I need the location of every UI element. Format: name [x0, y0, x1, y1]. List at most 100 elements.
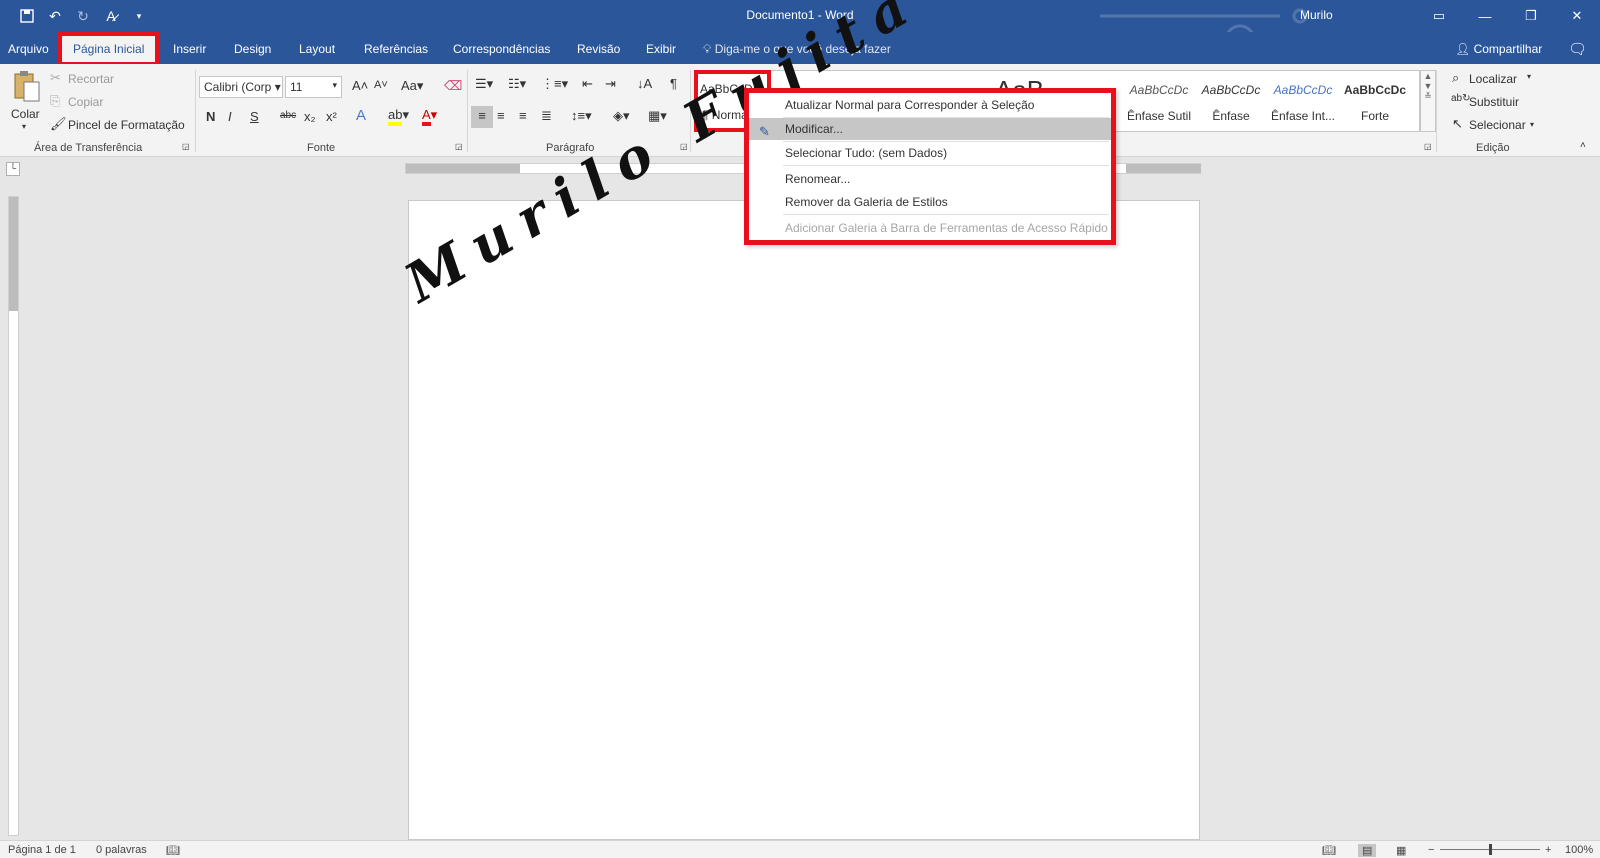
style-enfase-intensa[interactable]: AaBbCcDc Ênfase Int...	[1267, 71, 1339, 131]
superscript-icon[interactable]: x²	[326, 109, 337, 124]
highlight-color-icon[interactable]: ab▾	[388, 107, 409, 126]
document-page[interactable]	[408, 200, 1200, 840]
font-launcher-icon[interactable]: ◲	[455, 142, 463, 151]
align-right-icon[interactable]: ≡	[519, 108, 527, 123]
comments-icon[interactable]: 🗨︎	[1568, 40, 1587, 58]
styles-launcher-icon[interactable]: ◲	[1424, 142, 1432, 151]
copy-button[interactable]: Copiar	[68, 95, 103, 109]
tab-design[interactable]: Design	[234, 42, 271, 56]
style-forte[interactable]: AaBbCcDc Forte	[1339, 71, 1411, 131]
show-marks-icon[interactable]: ¶	[670, 76, 677, 91]
menu-item-update-normal[interactable]: Atualizar Normal para Corresponder à Sel…	[749, 94, 1111, 116]
style-preview: AaBbCcDc	[1129, 83, 1189, 97]
zoom-slider-thumb[interactable]	[1489, 844, 1492, 855]
window-controls: ▭ — ❐ ✕	[1416, 0, 1600, 32]
menu-item-rename[interactable]: Renomear...	[749, 168, 1111, 190]
tab-inserir[interactable]: Inserir	[173, 42, 206, 56]
paste-icon[interactable]	[12, 70, 42, 104]
gallery-scroll[interactable]: ▲ ▼ ≚	[1420, 70, 1436, 132]
text-effects-icon[interactable]: A	[356, 107, 366, 124]
subscript-icon[interactable]: x₂	[304, 109, 316, 124]
shrink-font-icon[interactable]: A˅	[374, 79, 388, 91]
align-left-icon[interactable]: ≡	[471, 106, 493, 128]
bullets-icon[interactable]: ☰▾	[475, 76, 493, 92]
bold-icon[interactable]: N	[206, 109, 215, 124]
collapse-ribbon-icon[interactable]: ˄	[1580, 140, 1586, 151]
shading-icon[interactable]: ◈▾	[613, 108, 630, 124]
vertical-ruler[interactable]	[8, 196, 19, 836]
change-case-icon[interactable]: Aa▾	[401, 78, 423, 94]
gallery-more-icon[interactable]: ≚	[1421, 91, 1435, 102]
tab-exibir[interactable]: Exibir	[646, 42, 676, 56]
underline-icon[interactable]: S	[250, 109, 259, 124]
tab-referencias[interactable]: Referências	[364, 42, 428, 56]
tab-arquivo[interactable]: Arquivo	[8, 42, 49, 56]
style-name: Ênfase	[1212, 109, 1250, 123]
gallery-up-icon[interactable]: ▲	[1421, 71, 1435, 81]
style-enfase-sutil[interactable]: AaBbCcDc Ênfase Sutil	[1123, 71, 1195, 131]
copy-icon[interactable]: ⎘	[50, 93, 60, 109]
font-size-combo[interactable]: 11 ▾	[285, 76, 342, 98]
paste-label[interactable]: Colar	[11, 107, 40, 121]
tab-pagina-inicial[interactable]: Página Inicial	[57, 32, 160, 66]
style-enfase[interactable]: AaBbCcDc Ênfase	[1195, 71, 1267, 131]
find-icon[interactable]: ⌕	[1452, 70, 1459, 86]
numbering-icon[interactable]: ☷▾	[508, 76, 526, 92]
window-title: Documento1 - Word	[746, 8, 854, 22]
menu-item-remove-from-gallery[interactable]: Remover da Galeria de Estilos	[749, 191, 1111, 213]
zoom-out-icon[interactable]: −	[1428, 844, 1434, 856]
tab-selector[interactable]: └	[6, 162, 20, 176]
italic-icon[interactable]: I	[228, 109, 232, 124]
replace-icon[interactable]: ab↻	[1451, 93, 1471, 104]
proofing-icon[interactable]: 📖︎	[166, 844, 180, 857]
select-dropdown-icon[interactable]: ▾	[1530, 120, 1534, 129]
format-painter-button[interactable]: Pincel de Formatação	[68, 118, 185, 132]
web-layout-icon[interactable]: ▦	[1396, 844, 1406, 857]
find-dropdown-icon[interactable]: ▾	[1527, 72, 1531, 81]
sort-icon[interactable]: ↓A	[637, 76, 652, 91]
tab-layout[interactable]: Layout	[299, 42, 335, 56]
clipboard-group-label: Área de Transferência	[34, 142, 143, 154]
gallery-down-icon[interactable]: ▼	[1421, 81, 1435, 91]
menu-divider	[783, 165, 1109, 166]
find-button[interactable]: Localizar	[1469, 72, 1517, 86]
print-layout-icon[interactable]: ▤	[1358, 844, 1377, 857]
paste-dropdown-icon[interactable]: ▾	[22, 122, 26, 131]
justify-icon[interactable]: ≣	[541, 108, 552, 124]
menu-item-select-all[interactable]: Selecionar Tudo: (sem Dados)	[749, 142, 1111, 164]
clear-formatting-icon[interactable]: ⌫	[444, 78, 462, 94]
multilevel-list-icon[interactable]: ⋮≡▾	[541, 76, 568, 92]
page-count[interactable]: Página 1 de 1	[8, 844, 76, 856]
font-color-icon[interactable]: A▾	[422, 107, 437, 126]
line-spacing-icon[interactable]: ↕≡▾	[571, 108, 592, 124]
tab-revisao[interactable]: Revisão	[577, 42, 620, 56]
decrease-indent-icon[interactable]: ⇤	[582, 76, 593, 92]
minimize-icon[interactable]: —	[1462, 0, 1508, 32]
font-name-combo[interactable]: Calibri (Corp ▾	[199, 76, 283, 98]
cut-button[interactable]: Recortar	[68, 72, 114, 86]
read-mode-icon[interactable]: 📖︎	[1322, 844, 1336, 857]
align-center-icon[interactable]: ≡	[497, 108, 505, 123]
select-icon[interactable]: ↖	[1452, 116, 1463, 132]
format-painter-icon[interactable]: 🖌︎	[50, 116, 67, 132]
strikethrough-icon[interactable]: abc	[280, 110, 296, 121]
ruler-margin-left	[406, 164, 520, 173]
zoom-slider[interactable]	[1440, 844, 1540, 855]
style-name: Forte	[1360, 109, 1389, 123]
tab-correspondencias[interactable]: Correspondências	[453, 42, 550, 56]
restore-icon[interactable]: ❐	[1508, 0, 1554, 32]
zoom-level[interactable]: 100%	[1565, 844, 1593, 856]
user-name[interactable]: Murilo	[1300, 8, 1333, 22]
menu-item-modify[interactable]: ✎ Modificar...	[749, 118, 1111, 140]
grow-font-icon[interactable]: A˄	[352, 78, 368, 93]
close-icon[interactable]: ✕	[1554, 0, 1600, 32]
select-button[interactable]: Selecionar	[1469, 118, 1526, 132]
share-button[interactable]: 👤︎ Compartilhar	[1455, 42, 1542, 56]
zoom-in-icon[interactable]: +	[1545, 844, 1551, 856]
replace-button[interactable]: Substituir	[1469, 95, 1519, 109]
cut-icon[interactable]: ✂	[50, 70, 61, 86]
ribbon-options-icon[interactable]: ▭	[1416, 0, 1462, 32]
word-count[interactable]: 0 palavras	[96, 844, 147, 856]
increase-indent-icon[interactable]: ⇥	[605, 76, 616, 92]
clipboard-launcher-icon[interactable]: ◲	[182, 142, 190, 151]
